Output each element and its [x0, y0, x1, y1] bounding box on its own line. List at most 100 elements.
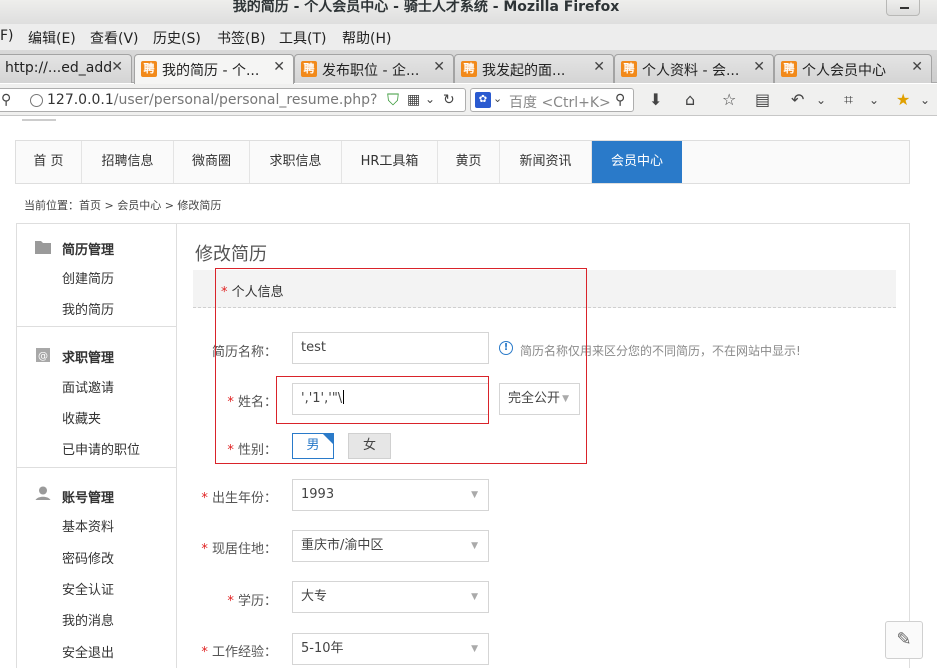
tab-label: http://...ed_add [5, 60, 113, 76]
close-icon[interactable]: ✕ [111, 59, 123, 75]
resume-form-panel: 修改简历 * 个人信息 简历名称： test ! 简历名称仅用来区分您的不同简历… [177, 223, 910, 668]
favicon-icon: 聘 [461, 61, 477, 77]
qrcode-icon[interactable]: ▦ [407, 91, 420, 109]
close-icon[interactable]: ✕ [753, 59, 765, 75]
minimize-button[interactable] [886, 0, 920, 16]
tab-label: 个人会员中心 [802, 63, 886, 79]
gender-male-option[interactable]: 男 [292, 433, 334, 459]
nav-news[interactable]: 新闻资讯 [500, 141, 592, 183]
menu-history[interactable]: 历史(S) [153, 28, 201, 48]
menu-bar: F) 编辑(E) 查看(V) 历史(S) 书签(B) 工具(T) 帮助(H) [0, 24, 937, 50]
chevron-down-icon: ▼ [471, 592, 478, 602]
section-personal-info: * 个人信息 [193, 270, 896, 308]
menu-help[interactable]: 帮助(H) [342, 28, 391, 48]
name-input[interactable]: ','1','"\ [292, 383, 489, 415]
favicon-icon: 聘 [781, 61, 797, 77]
address-bar[interactable]: ⚲ 127.0.0.1/user/personal/personal_resum… [0, 88, 466, 112]
baidu-icon[interactable]: ✿ [475, 92, 491, 108]
window-title: 我的简历 - 个人会员中心 - 骑士人才系统 - Mozilla Firefox [232, 0, 620, 15]
menu-edit[interactable]: 编辑(E) [28, 28, 76, 48]
bookmark-star-icon[interactable]: ☆ [722, 91, 736, 109]
gender-female-option[interactable]: 女 [348, 433, 391, 459]
sidebar-item-profile[interactable]: 基本资料 [62, 516, 114, 535]
page-title: 修改简历 [195, 244, 267, 265]
sidebar-item-logout[interactable]: 安全退出 [62, 642, 114, 661]
name-label: * 姓名： [227, 395, 277, 410]
window-titlebar: 我的简历 - 个人会员中心 - 骑士人才系统 - Mozilla Firefox [0, 0, 937, 24]
home-icon[interactable]: ⌂ [685, 91, 695, 109]
sidebar-item-password[interactable]: 密码修改 [62, 548, 114, 567]
breadcrumb: 当前位置：首页 > 会员中心 > 修改简历 [24, 199, 222, 212]
reload-icon[interactable]: ↻ [443, 91, 455, 109]
crop-icon[interactable]: ⌗ [844, 91, 853, 109]
chevron-down-icon[interactable]: ⌄ [816, 91, 826, 109]
close-icon[interactable]: ✕ [593, 59, 605, 75]
nav-yellow-pages[interactable]: 黄页 [438, 141, 500, 183]
info-icon: ! [499, 341, 513, 355]
chevron-down-icon[interactable]: ⌄ [493, 90, 502, 108]
svg-text:@: @ [38, 351, 48, 362]
sidebar-item-interviews[interactable]: 面试邀请 [62, 377, 114, 396]
user-icon [35, 486, 51, 500]
resume-name-input[interactable]: test [292, 332, 489, 364]
birth-year-select[interactable]: 1993 ▼ [292, 479, 489, 511]
tab-item[interactable]: http://...ed_add ✕ [0, 54, 132, 83]
menu-view[interactable]: 查看(V) [90, 28, 139, 48]
sidebar-item-messages[interactable]: 我的消息 [62, 610, 114, 629]
shield-icon[interactable]: ⛉ [387, 91, 399, 109]
education-label: * 学历： [227, 594, 277, 609]
experience-select[interactable]: 5-10年 ▼ [292, 633, 489, 665]
tab-label: 我的简历 - 个... [162, 63, 260, 79]
nav-home[interactable]: 首 页 [16, 141, 82, 183]
extension-star-icon[interactable]: ★ [896, 91, 910, 109]
sidebar-divider [17, 467, 176, 468]
nav-jobs[interactable]: 招聘信息 [82, 141, 174, 183]
education-select[interactable]: 大专 ▼ [292, 581, 489, 613]
favicon-icon: 聘 [301, 61, 317, 77]
nav-hr-tools[interactable]: HR工具箱 [342, 141, 438, 183]
reading-list-icon[interactable]: ▤ [755, 91, 770, 109]
menu-bookmarks[interactable]: 书签(B) [217, 28, 266, 48]
page-top-divider [22, 117, 56, 121]
sidebar-item-applied-jobs[interactable]: 已申请的职位 [62, 439, 140, 458]
folder-icon [35, 241, 51, 254]
close-icon[interactable]: ✕ [433, 59, 445, 75]
resume-name-hint: 简历名称仅用来区分您的不同简历，不在网站中显示! [520, 344, 801, 358]
download-icon[interactable]: ⬇ [649, 91, 662, 109]
chevron-down-icon: ▼ [471, 644, 478, 654]
resume-name-label: 简历名称： [211, 345, 277, 360]
name-privacy-select[interactable]: 完全公开 ▼ [499, 383, 580, 415]
search-icon[interactable]: ⚲ [615, 91, 625, 109]
tab-item-active[interactable]: 聘 我的简历 - 个... ✕ [134, 54, 294, 84]
menu-tools[interactable]: 工具(T) [279, 28, 326, 48]
sidebar-item-create-resume[interactable]: 创建简历 [62, 268, 114, 287]
sidebar-divider [17, 326, 176, 327]
sidebar-item-favorites[interactable]: 收藏夹 [62, 408, 101, 427]
nav-job-seekers[interactable]: 求职信息 [250, 141, 342, 183]
chevron-down-icon: ▼ [471, 541, 478, 551]
tab-item[interactable]: 聘 发布职位 - 企... ✕ [294, 54, 454, 83]
tab-item[interactable]: 聘 个人资料 - 会... ✕ [614, 54, 774, 83]
chevron-down-icon[interactable]: ⌄ [425, 90, 435, 108]
undo-icon[interactable]: ↶ [791, 91, 804, 109]
favicon-icon: 聘 [621, 61, 637, 77]
tab-item[interactable]: 聘 个人会员中心 ✕ [774, 54, 932, 83]
tab-item[interactable]: 聘 我发起的面... ✕ [454, 54, 614, 83]
web-page: 首 页 招聘信息 微商圈 求职信息 HR工具箱 黄页 新闻资讯 会员中心 当前位… [0, 117, 937, 668]
gender-label: * 性别： [227, 443, 277, 458]
search-box[interactable]: ✿ ⌄ 百度 <Ctrl+K> ⚲ [470, 88, 634, 112]
nav-member-center[interactable]: 会员中心 [592, 141, 682, 183]
text-caret [343, 390, 345, 404]
residence-select[interactable]: 重庆市/渝中区 ▼ [292, 530, 489, 562]
edit-pencil-button[interactable]: ✎ [885, 621, 923, 659]
sidebar-group-account: 账号管理 [62, 491, 115, 506]
nav-micro-business[interactable]: 微商圈 [174, 141, 250, 183]
close-icon[interactable]: ✕ [911, 59, 923, 75]
close-icon[interactable]: ✕ [273, 59, 285, 75]
sidebar-item-security[interactable]: 安全认证 [62, 579, 114, 598]
search-input[interactable]: 百度 <Ctrl+K> [509, 92, 611, 112]
sidebar-item-my-resume[interactable]: 我的简历 [62, 299, 114, 318]
chevron-down-icon[interactable]: ⌄ [920, 91, 930, 109]
chevron-down-icon[interactable]: ⌄ [869, 91, 879, 109]
menu-file[interactable]: F) [0, 28, 14, 44]
